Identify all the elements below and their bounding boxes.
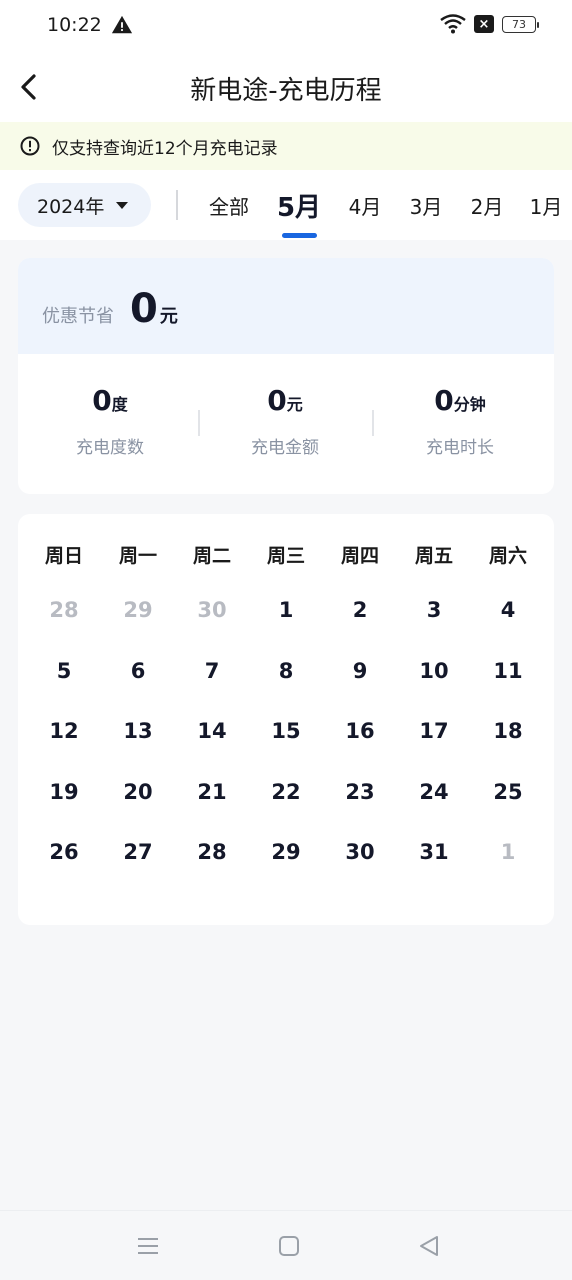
year-selector[interactable]: 2024年	[18, 183, 151, 227]
calendar-day[interactable]: 26	[27, 822, 101, 883]
stat-energy: 0度 充电度数	[30, 384, 190, 458]
calendar-day[interactable]: 18	[471, 701, 545, 762]
calendar-day[interactable]: 7	[175, 641, 249, 702]
calendar-day[interactable]: 1	[249, 580, 323, 641]
calendar-day-outside-month[interactable]: 30	[175, 580, 249, 641]
page-title: 新电途-充电历程	[190, 76, 382, 106]
calendar-day[interactable]: 23	[323, 762, 397, 823]
calendar-day-outside-month[interactable]: 28	[27, 580, 101, 641]
weekday-header: 周四	[340, 544, 379, 567]
stat-amount: 0元 充电金额	[205, 384, 365, 458]
calendar-day[interactable]: 27	[101, 822, 175, 883]
stat-amount-label: 充电金额	[251, 438, 319, 458]
stat-duration-unit: 分钟	[453, 395, 486, 414]
calendar-day[interactable]: 30	[323, 822, 397, 883]
calendar-day[interactable]: 11	[471, 641, 545, 702]
tab-all[interactable]: 全部	[198, 170, 260, 240]
stat-duration: 0分钟 充电时长	[380, 384, 540, 458]
calendar-days-grid: 28 29 30 1 2 3 4 5 6 7 8 9 10 11 12 13 14 15 16 17 18 19 20 21 2…	[27, 580, 545, 883]
tab-january[interactable]: 1月	[522, 170, 570, 240]
calendar-day[interactable]: 13	[101, 701, 175, 762]
filter-bar: 2024年 全部 5月 4月 3月 2月 1月	[0, 170, 572, 240]
wifi-icon	[440, 14, 466, 34]
calendar-day[interactable]: 17	[397, 701, 471, 762]
warning-icon	[111, 15, 133, 34]
weekday-header: 周一	[118, 544, 157, 567]
calendar-day[interactable]: 29	[249, 822, 323, 883]
sim-x-icon: ×	[474, 15, 494, 33]
calendar-day-outside-month[interactable]: 1	[471, 822, 545, 883]
saving-value: 0	[130, 286, 158, 332]
calendar-day[interactable]: 2	[323, 580, 397, 641]
stat-duration-label: 充电时长	[426, 438, 494, 458]
home-square-icon[interactable]	[276, 1233, 302, 1259]
calendar-day[interactable]: 12	[27, 701, 101, 762]
saving-unit: 元	[159, 306, 178, 327]
stat-amount-unit: 元	[286, 395, 303, 414]
stat-duration-value: 0	[434, 384, 454, 417]
stat-divider	[372, 410, 374, 436]
calendar-card: 周日 周一 周二 周三 周四 周五 周六 28 29 30 1 2 3 4 5 6 7 8 9 10 11 12 13 14…	[18, 514, 554, 925]
filter-divider	[176, 190, 178, 220]
status-icons: × 73	[440, 14, 539, 34]
info-circle-icon	[20, 136, 40, 156]
calendar-day[interactable]: 16	[323, 701, 397, 762]
tab-april[interactable]: 4月	[340, 170, 390, 240]
back-triangle-icon[interactable]	[416, 1233, 442, 1259]
calendar-day[interactable]: 8	[249, 641, 323, 702]
summary-card: 优惠节省 0 元 0度 充电度数 0元 充电金额 0分钟 充电时长	[18, 258, 554, 494]
stat-energy-unit: 度	[111, 395, 128, 414]
calendar-day[interactable]: 19	[27, 762, 101, 823]
notice-banner: 仅支持查询近12个月充电记录	[0, 122, 572, 170]
nav-bar: 新电途-充电历程	[0, 52, 572, 122]
notice-text: 仅支持查询近12个月充电记录	[52, 138, 278, 159]
calendar-day[interactable]: 28	[175, 822, 249, 883]
tab-may[interactable]: 5月	[270, 170, 328, 240]
saving-label: 优惠节省	[42, 306, 114, 327]
calendar-day[interactable]: 22	[249, 762, 323, 823]
calendar-day[interactable]: 4	[471, 580, 545, 641]
weekday-header: 周五	[414, 544, 453, 567]
system-nav-bar	[0, 1210, 572, 1280]
calendar-day[interactable]: 5	[27, 641, 101, 702]
calendar-day[interactable]: 25	[471, 762, 545, 823]
status-bar: 10:22 × 73	[0, 0, 572, 52]
calendar-day[interactable]: 15	[249, 701, 323, 762]
stat-divider	[198, 410, 200, 436]
stat-energy-value: 0	[92, 384, 112, 417]
calendar-day[interactable]: 21	[175, 762, 249, 823]
weekday-header: 周二	[192, 544, 231, 567]
calendar-day[interactable]: 9	[323, 641, 397, 702]
saving-section: 优惠节省 0 元	[18, 258, 554, 354]
calendar-day[interactable]: 14	[175, 701, 249, 762]
weekday-header: 周六	[488, 544, 527, 567]
calendar-day[interactable]: 6	[101, 641, 175, 702]
weekday-header: 周日	[44, 544, 83, 567]
battery-icon: 73	[502, 15, 539, 33]
weekday-header: 周三	[266, 544, 305, 567]
caret-down-icon	[116, 201, 129, 209]
calendar-day-outside-month[interactable]: 29	[101, 580, 175, 641]
calendar-day[interactable]: 10	[397, 641, 471, 702]
active-tab-indicator	[282, 233, 317, 238]
tab-february[interactable]: 2月	[462, 170, 512, 240]
status-time: 10:22	[47, 14, 102, 36]
calendar-day[interactable]: 24	[397, 762, 471, 823]
year-label: 2024年	[37, 195, 105, 218]
calendar-weekday-row: 周日 周一 周二 周三 周四 周五 周六	[27, 536, 545, 572]
calendar-day[interactable]: 31	[397, 822, 471, 883]
stats-row: 0度 充电度数 0元 充电金额 0分钟 充电时长	[18, 354, 554, 494]
tab-march[interactable]: 3月	[401, 170, 451, 240]
calendar-day[interactable]: 3	[397, 580, 471, 641]
menu-icon[interactable]	[135, 1233, 161, 1259]
stat-energy-label: 充电度数	[76, 438, 144, 458]
stat-amount-value: 0	[267, 384, 287, 417]
calendar-day[interactable]: 20	[101, 762, 175, 823]
